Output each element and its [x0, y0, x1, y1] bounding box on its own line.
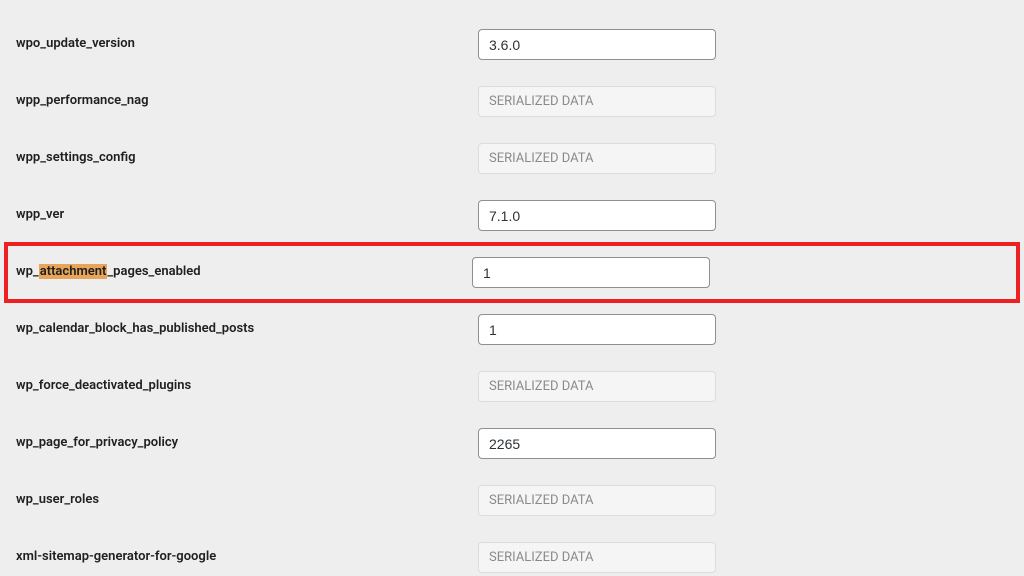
option-key-label: wpp_settings_config — [12, 150, 478, 167]
option-row: wp_page_for_privacy_policy — [0, 415, 1024, 472]
serialized-data-badge: SERIALIZED DATA — [478, 143, 716, 174]
option-value-cell — [478, 29, 716, 60]
option-key-label: wp_page_for_privacy_policy — [12, 435, 478, 452]
option-value-cell: SERIALIZED DATA — [478, 485, 716, 516]
option-value-cell — [478, 428, 716, 459]
option-value-cell: SERIALIZED DATA — [478, 86, 716, 117]
option-key-label: wp_user_roles — [12, 492, 478, 509]
option-row: wpo_update_version — [0, 16, 1024, 73]
label-prefix: wp_ — [16, 264, 39, 279]
option-value-cell: SERIALIZED DATA — [478, 542, 716, 573]
option-value-cell — [478, 200, 716, 231]
option-row: wp_user_roles SERIALIZED DATA — [0, 472, 1024, 529]
option-value-input[interactable] — [478, 314, 716, 345]
option-value-input[interactable] — [478, 200, 716, 231]
option-value-cell: SERIALIZED DATA — [478, 143, 716, 174]
option-row: wpp_settings_config SERIALIZED DATA — [0, 130, 1024, 187]
option-value-cell — [478, 314, 716, 345]
option-key-label: wp_attachment_pages_enabled — [12, 264, 472, 281]
option-key-label: wp_force_deactivated_plugins — [12, 378, 478, 395]
option-key-label: wpp_performance_nag — [12, 93, 478, 110]
serialized-data-badge: SERIALIZED DATA — [478, 542, 716, 573]
option-value-input[interactable] — [478, 29, 716, 60]
option-key-label: wpo_update_version — [12, 36, 478, 53]
option-value-cell — [472, 257, 710, 288]
option-key-label: wpp_ver — [12, 207, 478, 224]
option-row: wp_calendar_block_has_published_posts — [0, 301, 1024, 358]
option-row: wpp_performance_nag SERIALIZED DATA — [0, 73, 1024, 130]
serialized-data-badge: SERIALIZED DATA — [478, 86, 716, 117]
option-row: wp_force_deactivated_plugins SERIALIZED … — [0, 358, 1024, 415]
option-key-label: wp_calendar_block_has_published_posts — [12, 321, 478, 338]
serialized-data-badge: SERIALIZED DATA — [478, 485, 716, 516]
option-value-input[interactable] — [478, 428, 716, 459]
option-value-input[interactable] — [472, 257, 710, 288]
option-row-highlighted: wp_attachment_pages_enabled — [6, 244, 1018, 301]
option-row: wpp_ver — [0, 187, 1024, 244]
option-value-cell: SERIALIZED DATA — [478, 371, 716, 402]
option-key-label: xml-sitemap-generator-for-google — [12, 549, 478, 566]
label-search-hit: attachment — [39, 264, 108, 279]
serialized-data-badge: SERIALIZED DATA — [478, 371, 716, 402]
options-list: wpo_update_version wpp_performance_nag S… — [0, 0, 1024, 576]
option-row: xml-sitemap-generator-for-google SERIALI… — [0, 529, 1024, 576]
label-suffix: _pages_enabled — [107, 264, 200, 279]
